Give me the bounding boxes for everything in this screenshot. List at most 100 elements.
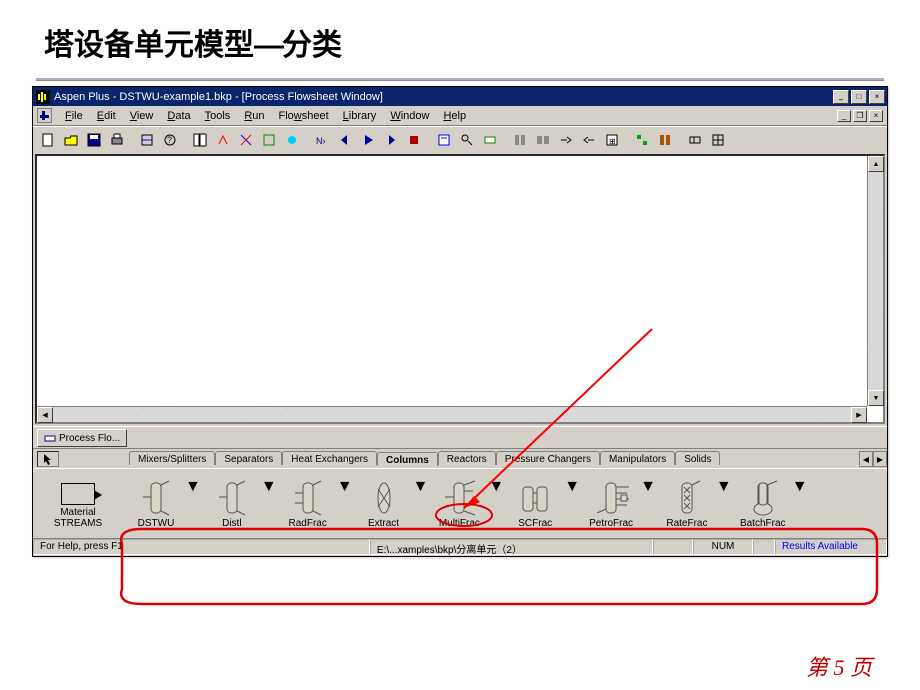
menu-file[interactable]: File: [58, 108, 90, 124]
menu-run[interactable]: Run: [237, 108, 271, 124]
model-dstwu-icon: [127, 478, 185, 518]
model-batchfrac[interactable]: BatchFrac: [734, 478, 792, 529]
next-page-button[interactable]: [380, 129, 402, 150]
model-scfrac[interactable]: SCFrac: [506, 478, 564, 529]
menu-flowsheet[interactable]: Flowsheet: [272, 108, 336, 124]
browser-button[interactable]: [189, 129, 211, 150]
tool-25[interactable]: [631, 129, 653, 150]
mdi-minimize-button[interactable]: _: [837, 110, 851, 122]
new-button[interactable]: [37, 129, 59, 150]
model-extract[interactable]: Extract: [355, 478, 413, 529]
scroll-v-track[interactable]: [868, 172, 883, 390]
flowsheet-canvas[interactable]: [35, 154, 885, 424]
palette-tab-manipulators[interactable]: Manipulators: [600, 451, 675, 465]
vertical-scrollbar[interactable]: ▲ ▼: [867, 156, 883, 406]
tool-21[interactable]: [532, 129, 554, 150]
tool-10[interactable]: [258, 129, 280, 150]
tool-9[interactable]: [235, 129, 257, 150]
menu-edit[interactable]: Edit: [90, 108, 123, 124]
stream-label-top: Material: [37, 507, 119, 518]
model-multifrac-dropdown[interactable]: ▼: [488, 478, 504, 496]
minimize-button[interactable]: _: [833, 90, 849, 104]
flowsheet-area: ▲ ▼ ◀ ▶: [33, 152, 887, 426]
palette-tab-mixers-splitters[interactable]: Mixers/Splitters: [129, 451, 215, 465]
palette-tab-separators[interactable]: Separators: [215, 451, 282, 465]
slide-title: 塔设备单元模型—分类: [0, 0, 920, 74]
mdi-close-button[interactable]: ×: [869, 110, 883, 122]
tool-8[interactable]: [212, 129, 234, 150]
scroll-h-track[interactable]: [53, 407, 851, 422]
mdi-tab-process-flowsheet[interactable]: Process Flo...: [37, 429, 127, 447]
tool-27[interactable]: [684, 129, 706, 150]
menu-data[interactable]: Data: [160, 108, 197, 124]
maximize-button[interactable]: □: [851, 90, 867, 104]
menu-library[interactable]: Library: [336, 108, 384, 124]
model-petrofrac-dropdown[interactable]: ▼: [640, 478, 656, 496]
palette-nav-right[interactable]: ▶: [873, 451, 887, 467]
tool-6[interactable]: ?: [159, 129, 181, 150]
palette-tab-columns[interactable]: Columns: [377, 452, 438, 466]
open-button[interactable]: [60, 129, 82, 150]
model-ratefrac-icon: [658, 478, 716, 518]
tool-23[interactable]: [578, 129, 600, 150]
stop-button[interactable]: [403, 129, 425, 150]
tool-11[interactable]: [281, 129, 303, 150]
tool-22[interactable]: [555, 129, 577, 150]
model-ratefrac-dropdown[interactable]: ▼: [716, 478, 732, 496]
model-extract-dropdown[interactable]: ▼: [413, 478, 429, 496]
mdi-restore-button[interactable]: ❐: [853, 110, 867, 122]
stream-material[interactable]: Material STREAMS: [37, 479, 119, 529]
model-ratefrac[interactable]: RateFrac: [658, 478, 716, 529]
scroll-up-button[interactable]: ▲: [868, 156, 884, 172]
svg-text:?: ?: [167, 135, 172, 145]
palette-tab-reactors[interactable]: Reactors: [438, 451, 496, 465]
tool-17[interactable]: [433, 129, 455, 150]
print-button[interactable]: [106, 129, 128, 150]
model-petrofrac[interactable]: PetroFrac: [582, 478, 640, 529]
model-radfrac[interactable]: RadFrac: [279, 478, 337, 529]
horizontal-scrollbar[interactable]: ◀ ▶: [37, 406, 867, 422]
save-button[interactable]: [83, 129, 105, 150]
scroll-right-button[interactable]: ▶: [851, 407, 867, 423]
tool-5[interactable]: [136, 129, 158, 150]
menu-help[interactable]: Help: [436, 108, 473, 124]
model-radfrac-dropdown[interactable]: ▼: [337, 478, 353, 496]
menu-view[interactable]: View: [123, 108, 161, 124]
next-button[interactable]: N›: [311, 129, 333, 150]
menu-window[interactable]: Window: [383, 108, 436, 124]
model-distl-dropdown[interactable]: ▼: [261, 478, 277, 496]
status-path: E:\...xamples\bkp\分离单元（2）: [370, 539, 653, 555]
model-multifrac[interactable]: MultiFrac: [430, 478, 488, 529]
toolbar: ? N› ⊞: [33, 126, 887, 152]
close-button[interactable]: ×: [869, 90, 885, 104]
scroll-left-button[interactable]: ◀: [37, 407, 53, 423]
mdi-tab-icon: [44, 432, 56, 444]
palette-tab-pressure-changers[interactable]: Pressure Changers: [496, 451, 600, 465]
model-batchfrac-icon: [734, 478, 792, 518]
mdi-window-buttons: _ ❐ ×: [837, 110, 883, 122]
palette-nav-left[interactable]: ◀: [859, 451, 873, 467]
tool-28[interactable]: [707, 129, 729, 150]
palette-tab-solids[interactable]: Solids: [675, 451, 720, 465]
mdi-taskbar: Process Flo...: [33, 426, 887, 448]
model-scfrac-dropdown[interactable]: ▼: [564, 478, 580, 496]
mdi-icon[interactable]: [37, 108, 52, 123]
model-distl[interactable]: Distl: [203, 478, 261, 529]
model-dstwu[interactable]: DSTWU: [127, 478, 185, 529]
pointer-tool[interactable]: [37, 451, 59, 467]
tool-24[interactable]: ⊞: [601, 129, 623, 150]
model-batchfrac-dropdown[interactable]: ▼: [792, 478, 808, 496]
tool-26[interactable]: [654, 129, 676, 150]
model-label: MultiFrac: [430, 518, 488, 529]
prev-page-button[interactable]: [334, 129, 356, 150]
model-dstwu-dropdown[interactable]: ▼: [185, 478, 201, 496]
menu-tools[interactable]: Tools: [198, 108, 238, 124]
tool-19[interactable]: [479, 129, 501, 150]
tool-18[interactable]: [456, 129, 478, 150]
tool-20[interactable]: [509, 129, 531, 150]
scroll-down-button[interactable]: ▼: [868, 390, 884, 406]
run-button[interactable]: [357, 129, 379, 150]
model-label: Extract: [355, 518, 413, 529]
status-help: For Help, press F1: [33, 539, 370, 555]
palette-tab-heat-exchangers[interactable]: Heat Exchangers: [282, 451, 377, 465]
